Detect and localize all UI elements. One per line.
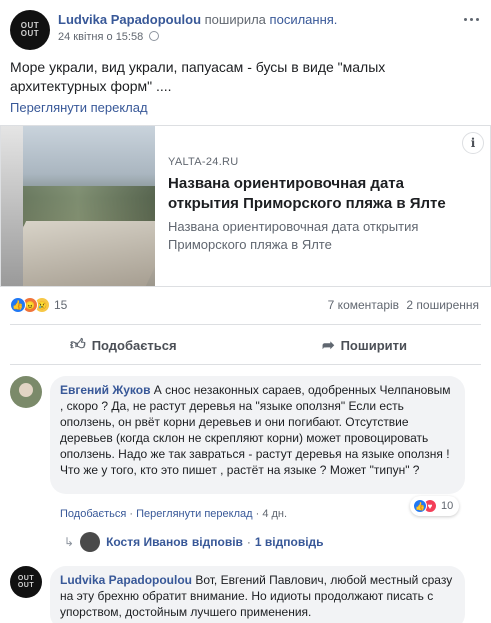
comment-text-zhukov: А снос незаконных сараев, одобренных Чел…: [60, 383, 451, 477]
reply-author-name[interactable]: Костя Иванов: [106, 535, 188, 549]
reaction-count: 15: [54, 298, 68, 312]
link-domain: YALTA-24.RU: [168, 156, 239, 168]
post-action-object[interactable]: посилання.: [270, 12, 338, 27]
share-button-label: Поширити: [340, 337, 407, 353]
post-translate-link[interactable]: Переглянути переклад: [10, 100, 148, 115]
comment-reaction-count: 10: [441, 500, 454, 512]
reply-author-avatar: [80, 532, 101, 552]
post-text: Море украли, вид украли, папуасам - бусы…: [10, 59, 386, 94]
reply-verb[interactable]: відповів: [192, 535, 243, 549]
engagement-counts: 7 коментарів 2 поширення: [328, 298, 479, 312]
share-arrow-icon: ➦: [322, 337, 335, 354]
reply-summary[interactable]: ↳ Костя Иванов відповів · 1 відповідь: [64, 532, 324, 552]
post-author-name[interactable]: Ludvika Papadopoulou: [58, 12, 201, 27]
post-author-avatar[interactable]: OUT OUT: [10, 10, 50, 50]
comment-actions-zhukov: Подобається · Переглянути переклад · 4 д…: [60, 508, 287, 520]
reactions-summary[interactable]: 👍 😠 😢 15: [10, 297, 67, 313]
share-button[interactable]: ➦ Поширити: [322, 336, 407, 354]
link-preview-card[interactable]: YALTA-24.RU Названа ориентировочная дата…: [0, 125, 491, 287]
comment-sep-2: ·: [255, 508, 260, 520]
post-timestamp-text[interactable]: 24 квітня о 15:58: [58, 31, 143, 43]
like-reaction-icon: 👍: [10, 297, 26, 313]
globe-icon: [149, 31, 160, 41]
comment-translate-link[interactable]: Переглянути переклад: [136, 508, 252, 520]
like-button-label: Подобається: [91, 337, 177, 353]
info-icon-glyph: i: [470, 136, 476, 150]
divider-top: [10, 324, 481, 325]
info-icon[interactable]: i: [462, 132, 484, 154]
link-preview-image: [1, 126, 155, 286]
comment-like-link[interactable]: Подобається: [60, 508, 126, 520]
comment-bubble-ludvika: Ludvika Papadopoulou Вот, Евгений Павлов…: [50, 566, 465, 623]
comment-time[interactable]: 4 дн.: [262, 508, 287, 520]
commenter-avatar-zhukov[interactable]: [10, 376, 42, 408]
commenter-avatar-ludvika[interactable]: OUT OUT: [10, 566, 42, 598]
comment-reactions-zhukov[interactable]: 👍 ♥ 10: [410, 496, 460, 516]
avatar-text: OUT OUT: [20, 21, 40, 38]
reply-count[interactable]: 1 відповідь: [255, 535, 324, 549]
reply-arrow-icon: ↳: [64, 535, 75, 549]
comment-author-ludvika[interactable]: Ludvika Papadopoulou: [60, 573, 192, 587]
post-timestamp[interactable]: 24 квітня о 15:58: [58, 31, 160, 43]
comment-sep-1: ·: [129, 508, 134, 520]
thumbs-up-icon: 👍︎: [70, 336, 86, 353]
avatar-text: OUT OUT: [17, 575, 35, 589]
reply-sep: ·: [246, 535, 251, 549]
comments-count[interactable]: 7 коментарів: [328, 298, 399, 312]
more-options-icon[interactable]: [464, 14, 484, 24]
shares-count[interactable]: 2 поширення: [406, 298, 479, 312]
comment-bubble-zhukov: Евгений Жуков А снос незаконных сараев, …: [50, 376, 465, 494]
link-title[interactable]: Названа ориентировочная дата открытия Пр…: [168, 174, 478, 214]
post-header-line: Ludvika Papadopoulou поширила посилання.: [58, 12, 448, 28]
divider-bottom: [10, 364, 481, 365]
like-button[interactable]: 👍︎ Подобається: [70, 336, 177, 354]
post-action-verb: поширила: [204, 12, 266, 27]
like-reaction-icon: 👍: [413, 499, 427, 513]
link-description: Названа ориентировочная дата открытия Пр…: [168, 219, 419, 252]
comment-author-zhukov[interactable]: Евгений Жуков: [60, 383, 150, 397]
